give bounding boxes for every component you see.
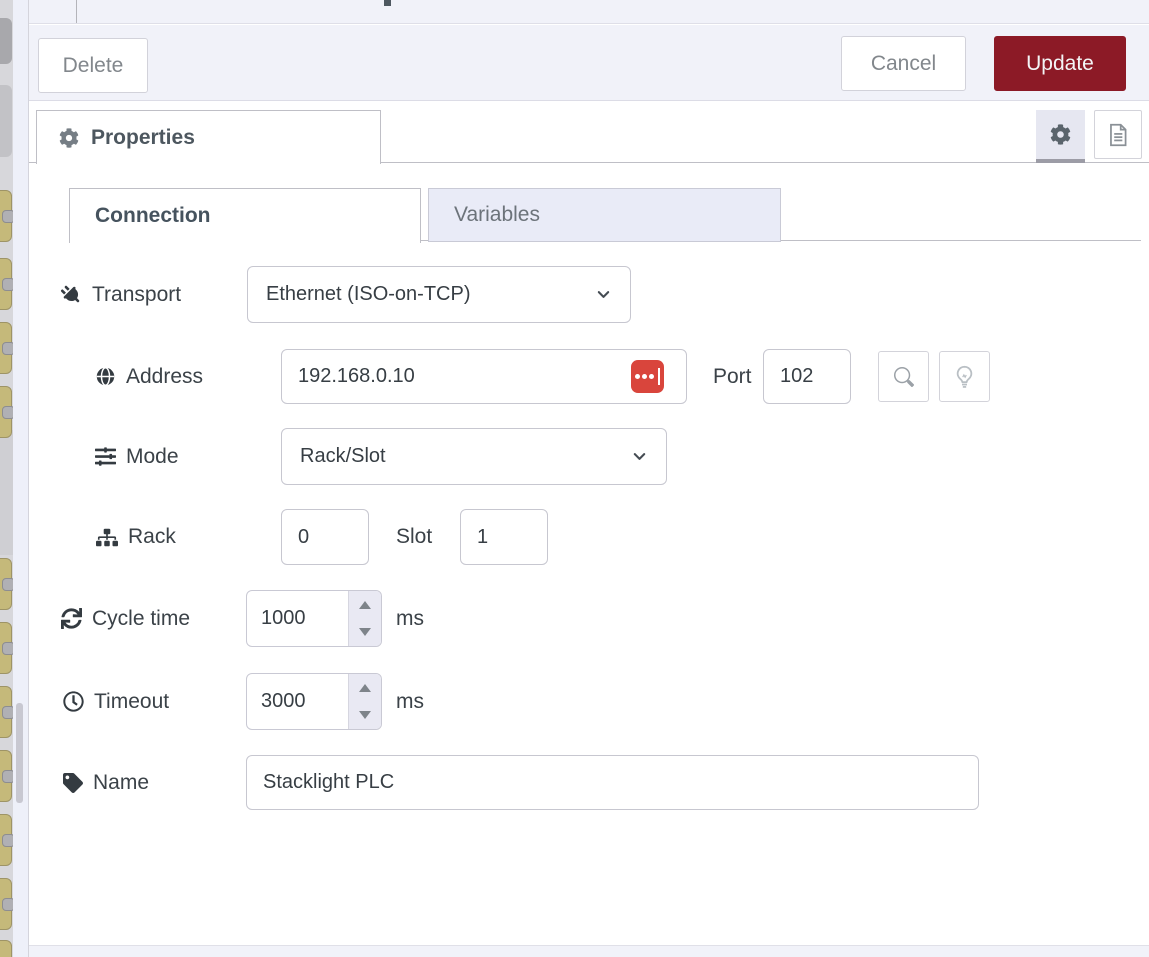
tab-properties[interactable]: Properties (36, 110, 381, 164)
address-extension-icon[interactable] (631, 360, 664, 393)
cycle-time-input[interactable] (247, 591, 348, 646)
spin-down-button[interactable] (349, 619, 381, 647)
workspace-node-fragment (0, 878, 12, 930)
mode-label: Mode (95, 428, 179, 485)
workspace-node-fragment (0, 18, 12, 64)
workspace-node-fragment (0, 940, 12, 957)
gear-icon (59, 128, 79, 148)
update-button[interactable]: Update (994, 36, 1126, 91)
clipped-title-text-fragment (384, 0, 391, 6)
delete-button[interactable]: Delete (38, 38, 148, 93)
chevron-down-icon (631, 449, 648, 464)
transport-select[interactable]: Ethernet (ISO-on-TCP) (247, 266, 631, 323)
mode-label-text: Mode (126, 445, 179, 469)
sliders-icon (95, 446, 116, 467)
chevron-down-icon (595, 287, 612, 302)
workspace-node-fragment (0, 814, 12, 866)
tab-variables[interactable]: Variables (428, 188, 781, 242)
name-input[interactable] (246, 755, 979, 810)
globe-icon (95, 366, 116, 387)
workspace-node-fragment (0, 190, 12, 242)
rack-input[interactable] (281, 509, 369, 565)
cycle-time-label-text: Cycle time (92, 607, 190, 631)
search-button[interactable] (878, 351, 929, 402)
rack-label: Rack (96, 509, 176, 565)
workspace-node-fragment (0, 322, 12, 374)
edit-config-node-dialog: Delete Cancel Update Properties Connecti… (28, 0, 1149, 957)
spin-down-button[interactable] (349, 702, 381, 730)
workspace-node-fragment (0, 686, 12, 738)
document-icon (1105, 122, 1131, 148)
lightbulb-icon (952, 364, 977, 389)
timeout-spinner (246, 673, 382, 730)
search-icon (894, 367, 914, 387)
scrollbar-thumb[interactable] (16, 703, 23, 803)
cycle-time-spinner (246, 590, 382, 647)
workspace-node-fragment (0, 258, 12, 310)
panel-gutter (13, 0, 28, 957)
workspace-node-fragment (0, 85, 12, 157)
cycle-time-label: Cycle time (61, 590, 190, 647)
workspace-node-fragment (0, 558, 12, 610)
address-input[interactable] (281, 349, 687, 404)
spin-up-button[interactable] (349, 674, 381, 702)
workspace-node-fragment (0, 622, 12, 674)
slot-label: Slot (396, 509, 432, 565)
port-input[interactable] (763, 349, 851, 404)
timeout-label-text: Timeout (94, 690, 169, 714)
screen: Delete Cancel Update Properties Connecti… (0, 0, 1149, 957)
timeout-input[interactable] (247, 674, 348, 729)
port-label: Port (713, 349, 752, 404)
address-label: Address (95, 349, 203, 404)
tag-icon (63, 773, 83, 793)
mode-select-value: Rack/Slot (300, 445, 386, 468)
name-label-text: Name (93, 771, 149, 795)
workspace-node-fragment (0, 386, 12, 438)
transport-select-value: Ethernet (ISO-on-TCP) (266, 283, 471, 306)
properties-tab-label: Properties (91, 126, 195, 150)
dialog-footer-strip (29, 945, 1149, 957)
lightbulb-button[interactable] (939, 351, 990, 402)
mode-select[interactable]: Rack/Slot (281, 428, 667, 485)
workspace-node-fragment (0, 750, 12, 802)
workspace-background-fragment (0, 430, 13, 555)
plug-icon (57, 280, 87, 310)
spinner-buttons (348, 674, 381, 729)
description-view-button[interactable] (1094, 110, 1142, 159)
slot-label-text: Slot (396, 525, 432, 549)
spin-up-button[interactable] (349, 591, 381, 619)
spinner-buttons (348, 591, 381, 646)
transport-label: Transport (61, 266, 181, 323)
slot-input[interactable] (460, 509, 548, 565)
address-label-text: Address (126, 365, 203, 389)
dialog-title-strip (29, 0, 1149, 24)
sitemap-icon (96, 528, 118, 547)
clock-icon (63, 691, 84, 712)
refresh-icon (61, 608, 82, 629)
dialog-button-row: Delete Cancel Update (29, 25, 1149, 101)
name-label: Name (63, 755, 149, 810)
transport-label-text: Transport (92, 283, 181, 307)
flow-workspace-strip (0, 0, 13, 957)
properties-view-button[interactable] (1036, 110, 1085, 163)
cycle-time-unit: ms (396, 590, 424, 647)
title-strip-divider (76, 0, 77, 23)
address-field-wrap (281, 349, 687, 404)
gear-icon (1050, 124, 1071, 145)
cancel-button[interactable]: Cancel (841, 36, 966, 91)
tab-connection[interactable]: Connection (69, 188, 421, 243)
timeout-label: Timeout (63, 673, 169, 730)
rack-label-text: Rack (128, 525, 176, 549)
timeout-unit: ms (396, 673, 424, 730)
port-label-text: Port (713, 365, 752, 389)
